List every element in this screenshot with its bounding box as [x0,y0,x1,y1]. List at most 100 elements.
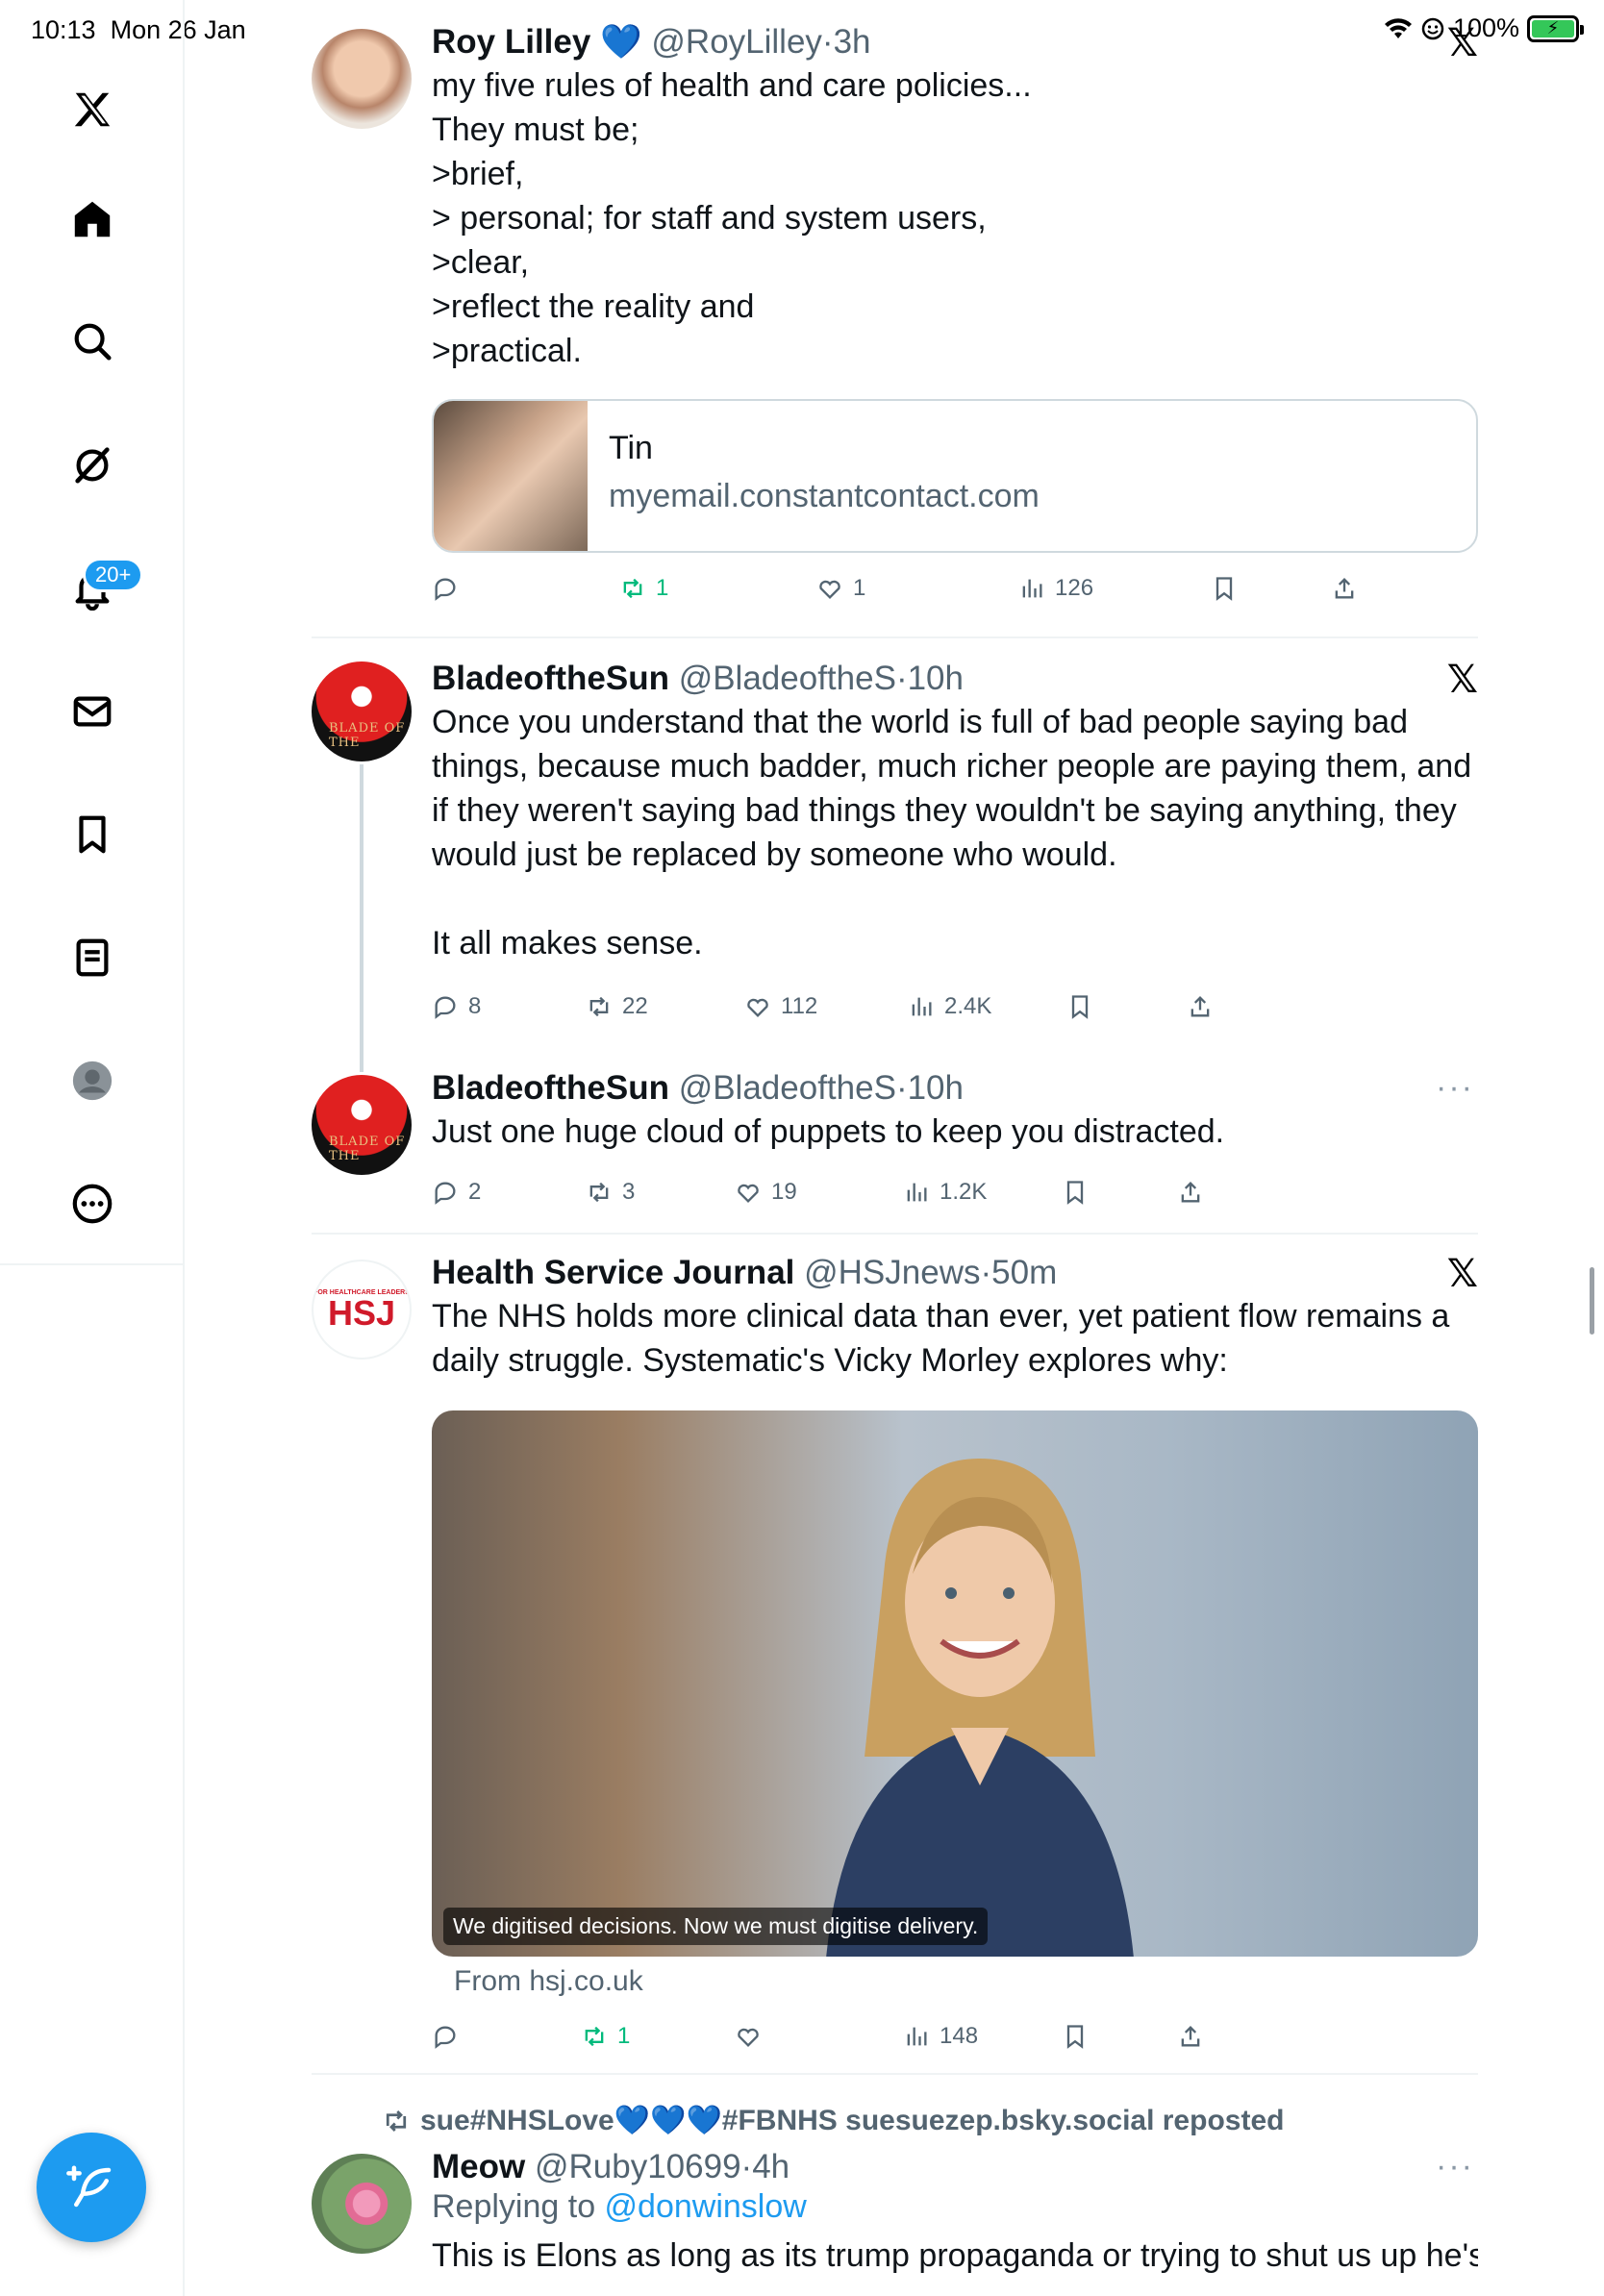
views-chart-icon [907,2027,927,2046]
tweet-text: my five rules of health and care policie… [432,67,1032,369]
tweet-actions: 1 148 [432,2015,1355,2058]
author-name[interactable]: Health Service Journal [432,1254,794,1291]
share-button[interactable] [1177,1171,1204,1213]
heart-icon [747,998,768,1017]
bookmark-icon [1066,2025,1084,2049]
author-handle[interactable]: @RoyLilley [651,23,822,61]
bookmark-button[interactable] [1062,2015,1089,2058]
link-source[interactable]: From hsj.co.uk [454,1965,643,1998]
author-handle[interactable]: @BladeoftheS [679,1069,896,1107]
media-caption: We digitised decisions. Now we must digi… [443,1908,989,1945]
tweet-divider [312,2073,1478,2075]
repost-icon [386,2110,407,2132]
share-button[interactable] [1187,986,1214,1028]
repost-button[interactable]: 3 [586,1171,635,1213]
author-name[interactable]: BladeoftheSun [432,1069,669,1107]
like-button[interactable] [735,2015,771,2058]
like-button[interactable]: 19 [735,1171,797,1213]
avatar-bladeofthesun[interactable]: BLADE OF THE [312,661,412,761]
compose-feather-icon [66,2165,112,2208]
repost-button[interactable]: 22 [586,986,648,1028]
tweet-media-image[interactable]: We digitised decisions. Now we must digi… [432,1410,1478,1957]
share-icon [1181,1182,1200,1203]
bookmark-icon [1066,1181,1084,1205]
like-button[interactable]: 112 [744,986,817,1028]
replying-to: Replying to @donwinslow [432,2188,807,2225]
views-button[interactable]: 2.4K [908,986,991,1028]
tweet-text: The NHS holds more clinical data than ev… [432,1298,1459,1379]
reply-icon [435,578,456,601]
author-name[interactable]: Roy Lilley [432,23,590,61]
tweet-text: Just one huge cloud of puppets to keep y… [432,1113,1225,1150]
author-handle[interactable]: @Ruby10699 [535,2148,741,2185]
profile-avatar-icon[interactable] [63,1052,121,1110]
tweet[interactable]: BLADE OF THE BladeoftheSun @BladeoftheS·… [185,1052,1478,1233]
avatar-hsj[interactable]: FOR HEALTHCARE LEADERS HSJ [312,1260,412,1360]
notifications-badge: 20+ [83,558,144,592]
share-button[interactable] [1331,567,1358,610]
tweet[interactable]: BLADE OF THE BladeoftheSun @BladeoftheS·… [185,638,1478,1052]
reply-icon [435,2026,456,2049]
heart-icon [738,1184,759,1203]
tweet-time[interactable]: 3h [834,23,871,61]
bookmark-button[interactable] [1066,986,1093,1028]
tweet[interactable]: Roy Lilley 💙 @RoyLilley·3h my five rules… [185,0,1478,638]
messages-icon[interactable] [63,683,121,740]
grok-icon[interactable] [63,436,121,493]
repost-icon [623,578,642,599]
search-icon[interactable] [63,312,121,370]
home-icon[interactable] [63,190,121,248]
tweet-header: BladeoftheSun @BladeoftheS·10h [432,660,964,697]
tweet-time[interactable]: 10h [908,660,964,697]
tweet-actions: 1 1 126 [432,567,1355,610]
repost-icon [589,996,609,1017]
repost-button[interactable]: 1 [581,2015,630,2058]
heart-icon [738,2028,759,2047]
tweet-header: BladeoftheSun @BladeoftheS·10h [432,1069,964,1107]
more-options-button[interactable]: ··· [1436,1069,1474,1107]
avatar-meow[interactable] [312,2154,412,2254]
avatar-bladeofthesun[interactable]: BLADE OF THE [312,1075,412,1175]
heart-emoji: 💙 [600,23,642,61]
author-name[interactable]: BladeoftheSun [432,660,669,697]
bookmarks-icon[interactable] [63,806,121,863]
link-card[interactable]: Tin myemail.constantcontact.com [432,399,1478,553]
reply-button[interactable]: 2 [432,1171,481,1213]
author-handle[interactable]: @BladeoftheS [679,660,896,697]
share-button[interactable] [1177,2015,1204,2058]
more-icon[interactable] [63,1175,121,1233]
tweet-time[interactable]: 10h [908,1069,964,1107]
bookmark-icon [1071,995,1089,1019]
views-button[interactable]: 148 [903,2015,978,2058]
like-button[interactable]: 1 [816,567,865,610]
tweet[interactable]: Meow @Ruby10699·4h Replying to @donwinsl… [185,2144,1478,2296]
author-name[interactable]: Meow [432,2148,525,2185]
avatar-roy-lilley[interactable] [312,29,412,129]
tweet-time[interactable]: 4h [752,2148,789,2185]
bookmark-button[interactable] [1211,567,1238,610]
sidebar-nav: 20+ [0,0,185,2296]
repost-icon [589,1182,609,1203]
author-handle[interactable]: @HSJnews [804,1254,980,1291]
share-icon [1181,2026,1200,2047]
views-button[interactable]: 126 [1018,567,1093,610]
compose-button[interactable] [37,2133,146,2242]
tweet-time[interactable]: 50m [991,1254,1057,1291]
portrait-photo [826,1459,1134,1957]
link-card-title: Tin [609,430,653,466]
bookmark-button[interactable] [1062,1171,1089,1213]
reply-button[interactable] [432,567,468,610]
reply-button[interactable]: 8 [432,986,481,1028]
more-options-button[interactable]: ··· [1436,2148,1474,2185]
link-card-thumbnail [434,401,588,551]
sidebar-divider [0,1263,185,1265]
repost-attribution[interactable]: sue#NHSLove💙💙💙#FBNHS suesuezep.bsky.soci… [382,2104,1284,2137]
replying-to-handle[interactable]: @donwinslow [605,2188,807,2225]
tweet-header: Meow @Ruby10699·4h [432,2148,790,2185]
lists-icon[interactable] [63,929,121,986]
views-button[interactable]: 1.2K [903,1171,987,1213]
reply-button[interactable] [432,2015,468,2058]
x-logo-icon[interactable] [63,81,121,138]
repost-icon [585,2026,604,2047]
repost-button[interactable]: 1 [619,567,668,610]
